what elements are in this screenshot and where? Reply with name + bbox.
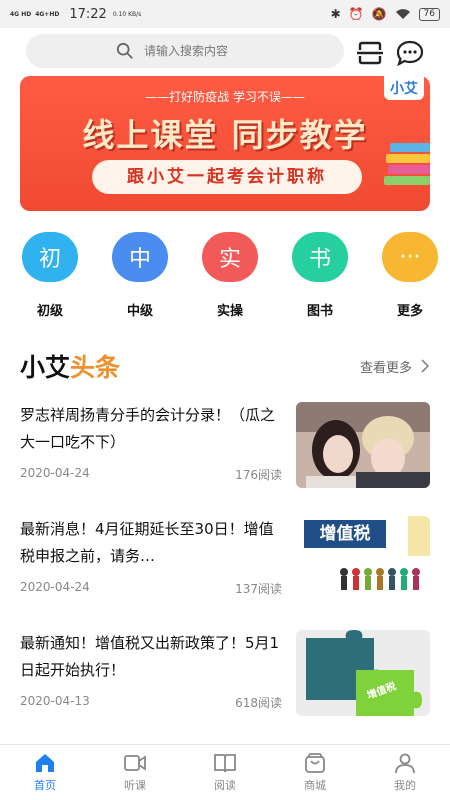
news-section-header: 小艾 头条 查看更多	[20, 346, 430, 386]
category-icon-junior: 初	[22, 232, 78, 282]
banner-headline: 线上课堂 同步教学	[82, 116, 368, 154]
shop-bag-icon	[305, 753, 325, 773]
network-indicator-1: 4G HD	[10, 10, 32, 18]
tab-mine[interactable]: 我的	[360, 745, 450, 800]
book-icon	[214, 754, 236, 773]
category-label: 实操	[216, 304, 243, 319]
tab-lessons[interactable]: 听课	[90, 745, 180, 800]
news-item-title: 最新通知！增值税又出新政策了！5月1日起开始执行！	[20, 634, 280, 679]
tab-label: 商城	[304, 779, 326, 792]
wifi-icon	[395, 9, 410, 19]
news-item-date: 2020-04-13	[20, 694, 90, 708]
bottom-tab-bar: 首页 听课 阅读 商城 我的	[0, 744, 450, 800]
category-label: 图书	[306, 304, 333, 319]
home-icon	[36, 754, 54, 772]
battery-indicator: 76	[418, 7, 440, 21]
category-icon-more: ···	[382, 232, 438, 282]
tab-label: 阅读	[214, 779, 236, 792]
search-icon	[116, 42, 133, 59]
view-more-label: 查看更多	[359, 360, 412, 376]
news-item-title: 罗志祥周扬青分手的会计分录！（瓜之大一口吃不下）	[20, 406, 276, 451]
chevron-right-icon	[421, 359, 430, 373]
status-time: 17:22	[69, 6, 107, 22]
news-thumbnail-vat: 增值税	[296, 516, 430, 602]
search-bar[interactable]	[26, 34, 344, 68]
tab-label: 听课	[124, 779, 146, 792]
category-label: 更多	[396, 304, 423, 319]
news-item-date: 2020-04-24	[20, 580, 90, 594]
person-icon	[395, 753, 415, 774]
bluetooth-icon: ✱	[330, 7, 341, 21]
alarm-icon: ⏰	[348, 7, 364, 21]
vat-thumb-text: 增值税	[319, 524, 371, 544]
tab-shop[interactable]: 商城	[270, 745, 360, 800]
status-bar: 4G HD 4G+HD 17:22 0.10 KB/s ✱ ⏰ 🔕 76	[0, 0, 450, 28]
category-practice[interactable]: 实 实操	[200, 232, 260, 319]
category-books[interactable]: 书 图书	[290, 232, 350, 319]
video-icon	[124, 755, 146, 771]
category-intermediate[interactable]: 中 中级	[110, 232, 170, 319]
banner-subtitle: ——打好防疫战 学习不误——	[145, 90, 305, 104]
news-thumbnail-couple-photo	[296, 402, 430, 488]
news-item-date: 2020-04-24	[20, 466, 90, 480]
category-label: 中级	[126, 304, 153, 319]
category-label: 初级	[36, 304, 63, 319]
scan-icon[interactable]	[356, 40, 384, 66]
news-thumbnail-puzzle: 增值税	[296, 630, 430, 716]
banner-tagline: 跟小艾一起考会计职称	[92, 160, 362, 194]
tab-reading[interactable]: 阅读	[180, 745, 270, 800]
tab-label: 首页	[34, 779, 56, 792]
news-item[interactable]: 最新通知！增值税又出新政策了！5月1日起开始执行！ 2020-04-13 618…	[20, 630, 430, 718]
mute-icon: 🔕	[371, 7, 387, 21]
tab-label: 我的	[394, 779, 416, 792]
network-indicator-2: 4G+HD	[35, 10, 60, 18]
tab-home[interactable]: 首页	[0, 745, 90, 800]
message-icon[interactable]	[396, 40, 424, 66]
news-item-reads: 618阅读	[235, 696, 282, 710]
category-grid: 初 初级 中 中级 实 实操 书 图书 ··· 更多	[20, 232, 440, 319]
news-title-part1: 小艾	[20, 353, 71, 382]
puzzle-illustration	[296, 630, 430, 716]
network-speed: 0.10 KB/s	[112, 10, 142, 18]
view-more-link[interactable]: 查看更多	[360, 357, 430, 376]
banner-brand-logo: 小艾	[384, 76, 424, 100]
books-illustration	[384, 143, 430, 187]
category-icon-books: 书	[292, 232, 348, 282]
category-icon-practice: 实	[202, 232, 258, 282]
category-more[interactable]: ··· 更多	[380, 232, 440, 319]
news-item-reads: 176阅读	[235, 468, 282, 482]
news-item-title: 最新消息！4月征期延长至30日！增值税申报之前，请务…	[20, 520, 274, 565]
category-junior[interactable]: 初 初级	[20, 232, 80, 319]
category-icon-intermediate: 中	[112, 232, 168, 282]
news-title-part2: 头条	[70, 353, 121, 382]
news-item[interactable]: 最新消息！4月征期延长至30日！增值税申报之前，请务… 2020-04-24 1…	[20, 516, 430, 604]
news-item[interactable]: 罗志祥周扬青分手的会计分录！（瓜之大一口吃不下） 2020-04-24 176阅…	[20, 402, 430, 490]
search-input[interactable]	[144, 44, 254, 58]
promo-banner[interactable]: ——打好防疫战 学习不误—— 小艾 线上课堂 同步教学 跟小艾一起考会计职称	[20, 76, 430, 211]
news-item-reads: 137阅读	[235, 582, 282, 596]
